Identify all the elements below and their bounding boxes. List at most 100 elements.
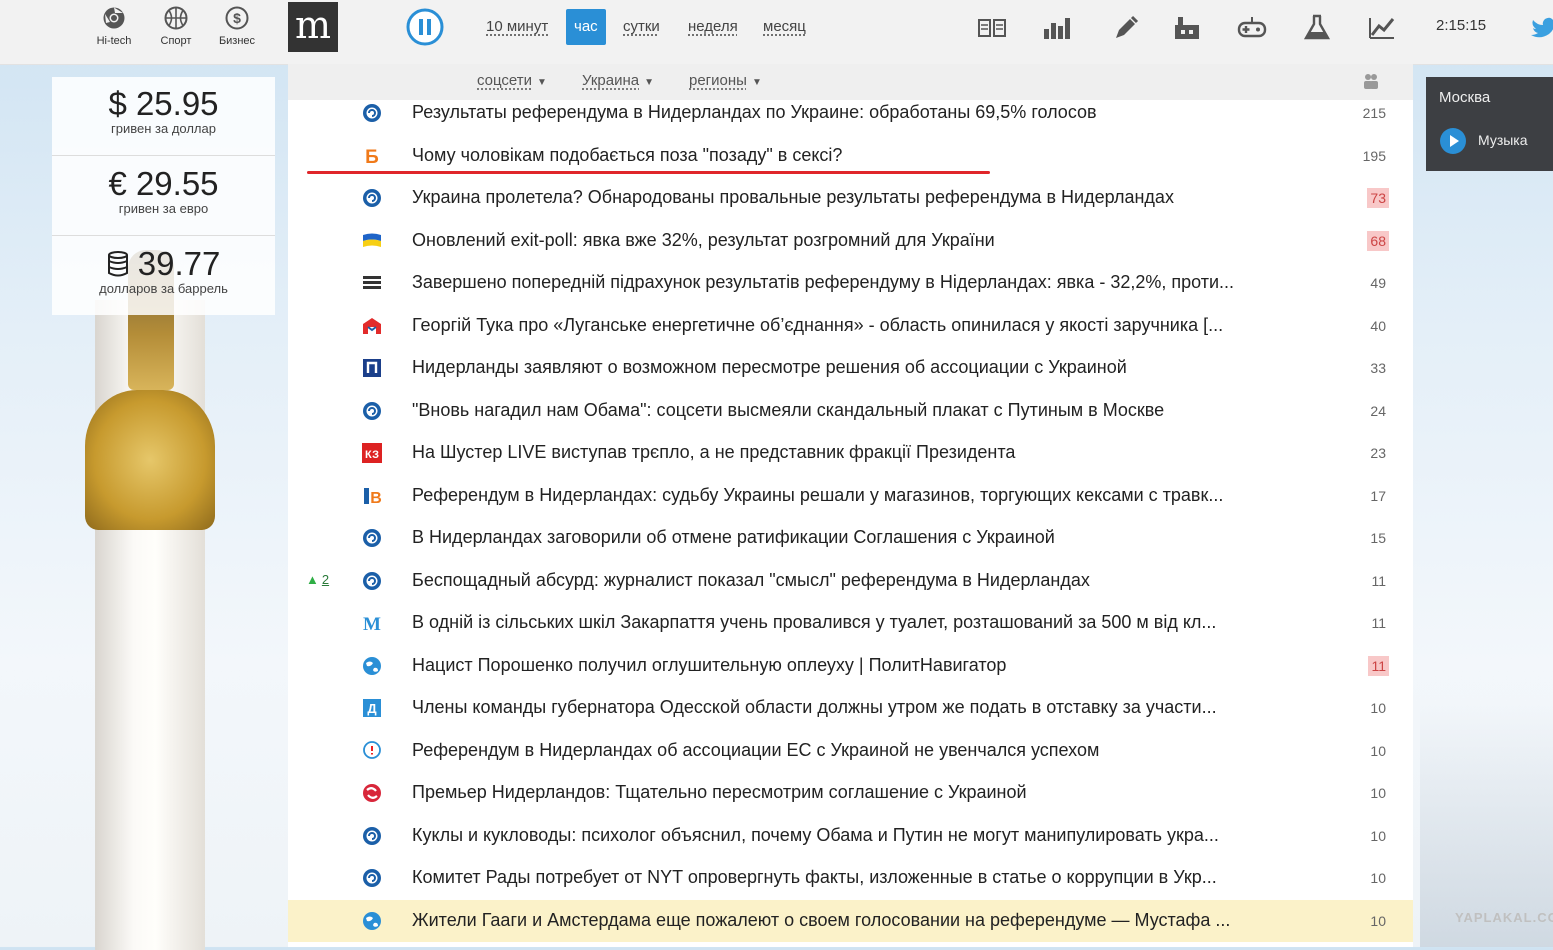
news-row[interactable]: M В одній із сільських шкіл Закарпаття уч… [288,602,1413,644]
news-row[interactable]: Нацист Порошенко получил оглушительную о… [288,645,1413,687]
view-count: 49 [1370,275,1386,291]
news-row[interactable]: В Нидерландах заговорили об отмене ратиф… [288,517,1413,559]
news-title-link[interactable]: Куклы и кукловоды: психолог объяснил, по… [412,825,1219,846]
news-row[interactable]: Жители Гааги и Амстердама еще пожалеют о… [288,899,1413,942]
news-title-link[interactable]: Нацист Порошенко получил оглушительную о… [412,655,1006,676]
view-count: 11 [1371,572,1386,589]
monument-capital [85,390,215,530]
letter-d-icon: Д [362,698,382,718]
category-hitech[interactable]: Hi-tech [86,6,142,47]
caret-down-icon: ▼ [751,77,762,88]
news-row[interactable]: "Вновь нагадил нам Обама": соцсети высме… [288,390,1413,432]
news-row[interactable]: Референдум в Нидерландах об ассоциации Е… [288,730,1413,772]
news-row[interactable]: КЗ На Шустер LIVE виступав трєпло, а не п… [288,432,1413,474]
view-count: 24 [1370,402,1386,419]
news-row[interactable]: Премьер Нидерландов: Тщательно пересмотр… [288,772,1413,814]
period-hour[interactable]: час [566,9,606,45]
view-count: 195 [1362,147,1386,164]
chrome-icon [103,7,125,29]
basketball-icon [164,6,188,30]
filter-label: Украина [582,72,640,89]
bar-chart-icon[interactable] [1042,13,1072,43]
globe-arrow-icon [362,868,382,888]
news-title-link[interactable]: Завершено попередній підрахунок результа… [412,272,1234,293]
category-label: Hi-tech [96,35,132,47]
stripes-icon [362,273,382,293]
svg-text:B: B [370,490,382,506]
news-title-link[interactable]: Георгій Тука про «Луганське енергетичне … [412,315,1223,336]
period-month[interactable]: месяц [755,9,814,45]
globe-arrow-icon [362,528,382,548]
twitter-icon[interactable] [1530,12,1553,42]
globe-icon [362,656,382,676]
view-count: 73 [1367,188,1389,208]
gamepad-icon[interactable] [1237,13,1267,43]
news-title-link[interactable]: Комитет Рады потребует от NYT опровергну… [412,867,1217,888]
filter-socials[interactable]: соцсети ▼ [477,72,547,89]
news-row[interactable]: Георгій Тука про «Луганське енергетичне … [288,305,1413,347]
news-row[interactable]: Нидерланды заявляют о возможном пересмот… [288,347,1413,389]
news-title-link[interactable]: Чому чоловікам подобається поза "позаду"… [412,145,842,166]
caret-down-icon: ▼ [644,77,655,88]
news-row[interactable]: Куклы и кукловоды: психолог объяснил, по… [288,815,1413,857]
city-label[interactable]: Москва [1439,89,1490,106]
trend-chart-icon[interactable] [1367,13,1397,43]
category-sport[interactable]: Спорт [148,6,204,47]
news-title-link[interactable]: "Вновь нагадил нам Обама": соцсети высме… [412,400,1164,421]
news-title-link[interactable]: Референдум в Нидерландах об ассоциации Е… [412,740,1099,761]
red-swirl-icon [362,783,382,803]
people-icon[interactable] [1362,72,1380,90]
news-title-link[interactable]: Референдум в Нидерландах: судьбу Украины… [412,485,1223,506]
news-row[interactable]: Д Члены команды губернатора Одесской обла… [288,687,1413,729]
news-title-link[interactable]: Беспощадный абсурд: журналист показал "с… [412,570,1090,591]
news-title-link[interactable]: В Нидерландах заговорили об отмене ратиф… [412,527,1055,548]
category-business[interactable]: $ Бизнес [209,6,265,47]
view-count: 10 [1370,785,1386,801]
ib-logo-icon: B [362,486,382,507]
flask-icon[interactable] [1302,13,1332,43]
news-row[interactable]: Комитет Рады потребует от NYT опровергну… [288,857,1413,899]
filter-ukraine[interactable]: Украина ▼ [582,72,654,89]
view-count: 10 [1370,912,1386,929]
book-icon[interactable] [977,13,1007,43]
view-count: 23 [1370,445,1386,461]
news-title-link[interactable]: Члены команды губернатора Одесской облас… [412,697,1217,718]
news-row[interactable]: Оновлений exit-poll: явка вже 32%, резул… [288,220,1413,262]
rank-rise-indicator[interactable]: ▲ 2 [306,572,329,587]
view-count: 215 [1362,105,1386,121]
top-bar: Hi-tech Спорт $ Бизнес m 10 минут час су… [0,0,1553,65]
view-count: 11 [1371,615,1386,631]
news-title-link[interactable]: Украина пролетела? Обнародованы провальн… [412,187,1174,208]
news-title-link[interactable]: Премьер Нидерландов: Тщательно пересмотр… [412,782,1027,803]
play-icon[interactable] [1439,127,1467,155]
news-row[interactable]: Украина пролетела? Обнародованы провальн… [288,177,1413,219]
pen-icon[interactable] [1110,13,1140,43]
news-title-link[interactable]: На Шустер LIVE виступав трєпло, а не пре… [412,442,1015,463]
filter-regions[interactable]: регионы ▼ [689,72,762,89]
factory-icon[interactable] [1172,13,1202,43]
news-title-link[interactable]: Нидерланды заявляют о возможном пересмот… [412,357,1127,378]
site-logo[interactable]: m [288,2,338,52]
oil-rate-number: 39.77 [137,245,221,282]
globe-icon [362,911,382,931]
period-week[interactable]: неделя [680,9,746,45]
globe-arrow-icon [362,826,382,846]
news-row[interactable]: ▲ 2 Беспощадный абсурд: журналист показал … [288,560,1413,602]
letter-p-icon [362,358,382,378]
period-10min[interactable]: 10 минут [478,9,556,45]
news-row[interactable]: Завершено попередній підрахунок результа… [288,262,1413,304]
pause-icon[interactable] [406,8,444,46]
news-title-link[interactable]: В одній із сільських шкіл Закарпаття уче… [412,612,1216,633]
filter-label: соцсети [477,72,533,89]
news-row[interactable]: B Референдум в Нидерландах: судьбу Украин… [288,475,1413,517]
music-label[interactable]: Музыка [1478,132,1528,148]
usd-rate: $ 25.95 гривен за доллар [52,87,275,137]
view-count: 11 [1368,655,1389,676]
news-title-link[interactable]: Результаты референдума в Нидерландах по … [412,102,1097,123]
red-underline-annotation [307,171,990,174]
news-title-link[interactable]: Жители Гааги и Амстердама еще пожалеют о… [412,910,1230,931]
news-row[interactable]: Результаты референдума в Нидерландах по … [288,92,1413,134]
period-day[interactable]: сутки [615,9,668,45]
svg-text:M: M [363,614,381,633]
news-title-link[interactable]: Оновлений exit-poll: явка вже 32%, резул… [412,230,995,251]
